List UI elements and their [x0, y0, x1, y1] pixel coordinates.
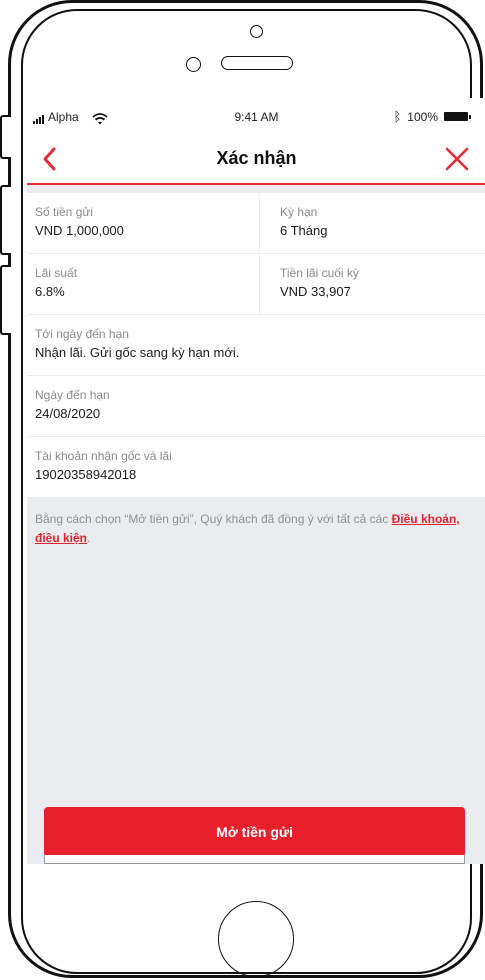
- maturity-date-field: Ngày đến hạn 24/08/2020: [27, 376, 485, 436]
- interest-rate-value: 6.8%: [35, 284, 65, 299]
- receiving-account-value: 19020358942018: [35, 467, 137, 482]
- home-button[interactable]: [218, 901, 294, 977]
- consent-text: Bằng cách chọn “Mở tiền gửi”, Quý khách …: [35, 512, 392, 526]
- detail-row: Số tiền gửi VND 1,000,000 Kỳ hạn 6 Tháng: [27, 193, 485, 253]
- receiving-account-label: Tài khoản nhận gốc và lãi: [35, 449, 172, 463]
- nav-bar: Xác nhận: [27, 136, 485, 185]
- detail-row: Ngày đến hạn 24/08/2020: [27, 376, 485, 436]
- term-value: 6 Tháng: [280, 223, 328, 238]
- volume-down-button: [0, 265, 11, 335]
- deposit-amount-value: VND 1,000,000: [35, 223, 124, 238]
- app-screen: Alpha 9:41 AM ᛒ 100% Xác nhận Số tiền gử…: [27, 98, 485, 864]
- receiving-account-field: Tài khoản nhận gốc và lãi 19020358942018: [27, 437, 485, 497]
- open-deposit-button[interactable]: Mở tiền gửi: [44, 807, 465, 857]
- final-interest-value: VND 33,907: [280, 284, 351, 299]
- battery-percent: 100%: [407, 109, 438, 124]
- detail-row: Lãi suất 6.8% Tiền lãi cuối kỳ VND 33,90…: [27, 254, 485, 314]
- term-label: Kỳ hạn: [280, 205, 318, 219]
- term-field: Kỳ hạn 6 Tháng: [259, 193, 485, 253]
- final-interest-label: Tiền lãi cuối kỳ: [280, 266, 359, 280]
- battery-icon: [444, 112, 471, 121]
- interest-rate-field: Lãi suất 6.8%: [27, 254, 259, 314]
- maturity-date-label: Ngày đến hạn: [35, 388, 110, 402]
- button-base: [44, 855, 465, 864]
- confirmation-details: Số tiền gửi VND 1,000,000 Kỳ hạn 6 Tháng…: [27, 193, 485, 548]
- silent-switch: [0, 115, 11, 159]
- volume-up-button: [0, 185, 11, 255]
- maturity-date-value: 24/08/2020: [35, 406, 101, 421]
- maturity-instruction-value: Nhận lãi. Gửi gốc sang kỳ hạn mới.: [35, 345, 240, 360]
- detail-row: Tới ngày đến hạn Nhận lãi. Gửi gốc sang …: [27, 315, 485, 375]
- final-interest-field: Tiền lãi cuối kỳ VND 33,907: [259, 254, 485, 314]
- front-camera: [250, 25, 263, 38]
- maturity-instruction-field: Tới ngày đến hạn Nhận lãi. Gửi gốc sang …: [27, 315, 485, 375]
- close-icon[interactable]: [444, 146, 470, 172]
- earpiece-speaker: [221, 56, 293, 70]
- maturity-instruction-label: Tới ngày đến hạn: [35, 327, 129, 341]
- deposit-amount-label: Số tiền gửi: [35, 205, 94, 219]
- page-title: Xác nhận: [216, 148, 297, 168]
- interest-rate-label: Lãi suất: [35, 266, 78, 280]
- proximity-sensor: [186, 57, 201, 72]
- status-bar: Alpha 9:41 AM ᛒ 100%: [27, 98, 485, 136]
- consent-note: Bằng cách chọn “Mở tiền gửi”, Quý khách …: [27, 498, 485, 548]
- detail-row: Tài khoản nhận gốc và lãi 19020358942018: [27, 437, 485, 497]
- bluetooth-icon: ᛒ: [393, 109, 402, 124]
- deposit-amount-field: Số tiền gửi VND 1,000,000: [27, 193, 259, 253]
- consent-suffix: .: [87, 531, 91, 545]
